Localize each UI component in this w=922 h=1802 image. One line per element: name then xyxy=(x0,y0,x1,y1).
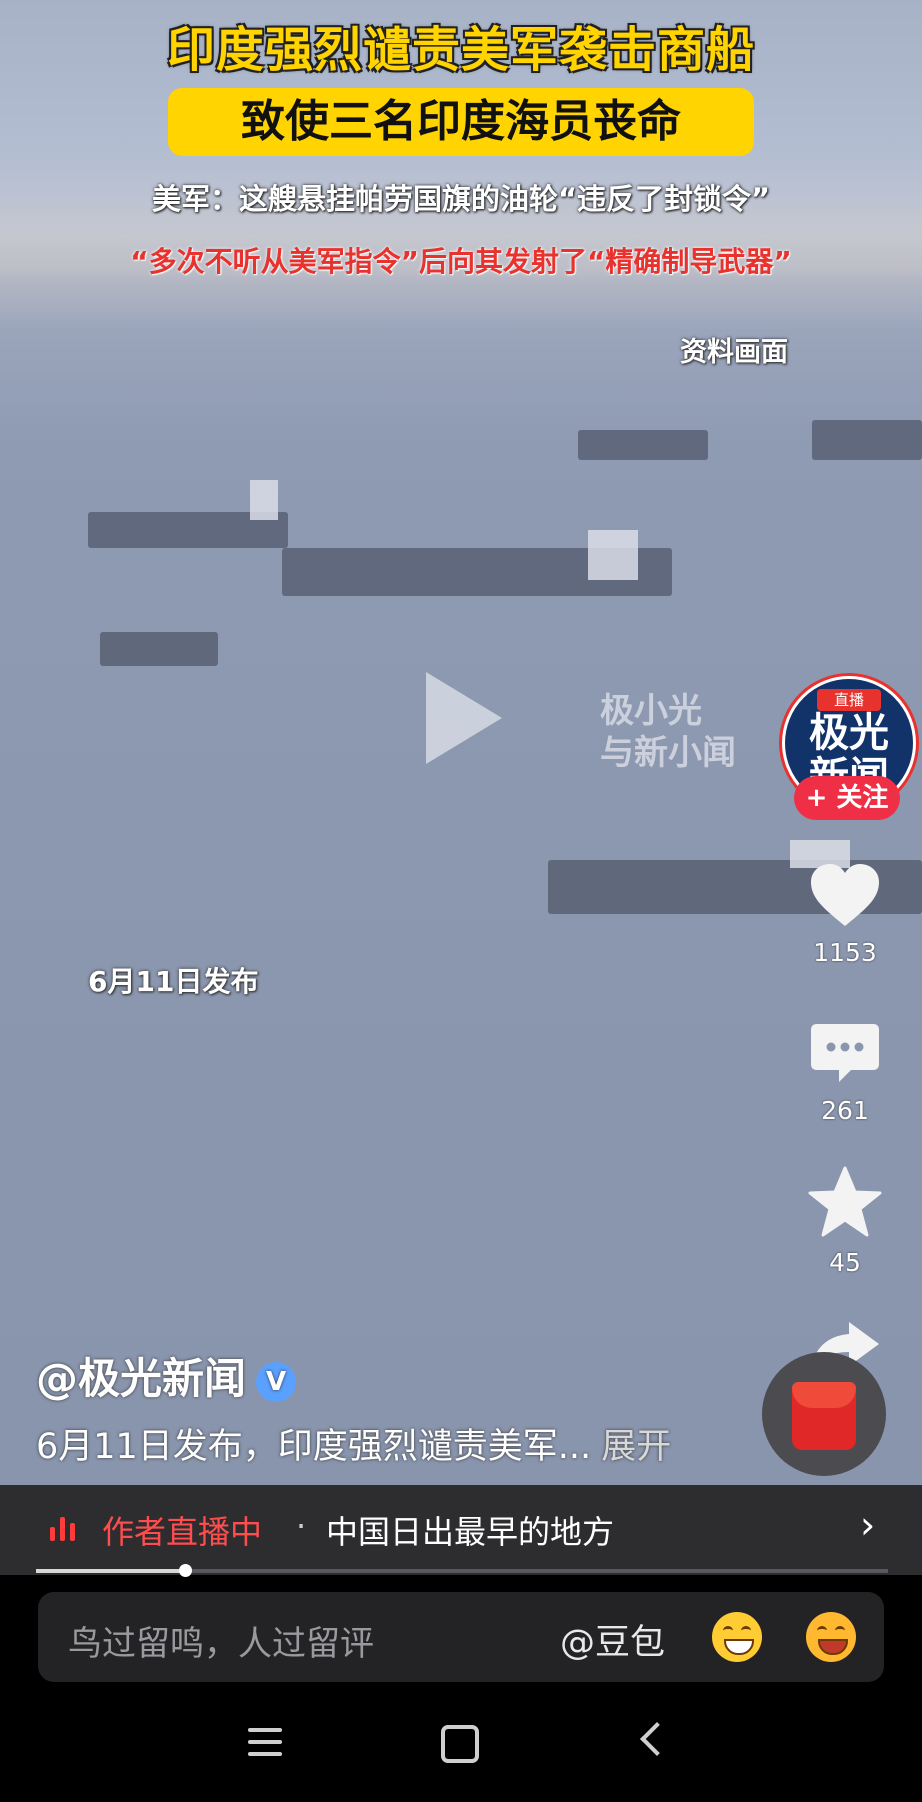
author-name[interactable]: @极光新闻 V xyxy=(36,1345,297,1406)
verified-icon: V xyxy=(256,1361,297,1402)
favorite-button[interactable]: 45 xyxy=(800,1166,890,1277)
ship-cabin xyxy=(250,480,278,520)
live-separator: · xyxy=(296,1507,307,1545)
caption-line-2: “多次不听从美军指令”后向其发射了“精确制导武器” xyxy=(130,245,792,278)
comment-icon xyxy=(811,1024,879,1082)
ship-cabin xyxy=(588,530,638,580)
progress-fill xyxy=(36,1569,186,1573)
menu-icon[interactable] xyxy=(248,1728,282,1764)
heart-icon xyxy=(811,864,879,926)
comment-input[interactable]: 鸟过留鸣，人过留评 @豆包 xyxy=(38,1592,884,1682)
home-icon[interactable] xyxy=(441,1725,479,1763)
ship xyxy=(100,632,218,666)
author-live-bar[interactable]: 作者直播中 · 中国日出最早的地方 › xyxy=(0,1485,922,1575)
favorite-count: 45 xyxy=(829,1248,861,1277)
headline: 印度强烈谴责美军袭击商船 xyxy=(166,22,755,78)
comment-count: 261 xyxy=(821,1096,869,1125)
comment-button[interactable]: 261 xyxy=(800,1020,890,1125)
star-icon xyxy=(808,1166,882,1237)
author-handle[interactable]: @极光新闻 xyxy=(36,1354,246,1403)
post-description: 6月11日发布，印度强烈谴责美军... 展开 xyxy=(36,1418,671,1469)
chevron-right-icon: › xyxy=(860,1503,876,1547)
play-icon[interactable] xyxy=(426,672,502,764)
mention-doubao[interactable]: @豆包 xyxy=(560,1614,665,1665)
laugh-cry-emoji-icon[interactable] xyxy=(806,1612,856,1662)
live-badge: 直播 xyxy=(817,689,881,711)
publish-date-overlay: 6月11日发布 xyxy=(88,965,259,998)
follow-button[interactable]: + 关注 xyxy=(794,776,900,820)
ship xyxy=(578,430,708,460)
watermark-line-1: 极小光 xyxy=(600,691,702,731)
video-progress-bar[interactable] xyxy=(36,1564,888,1577)
live-status: 作者直播中 xyxy=(102,1513,263,1551)
like-button[interactable]: 1153 xyxy=(800,862,890,967)
grin-emoji-icon[interactable] xyxy=(712,1612,762,1662)
progress-knob[interactable] xyxy=(179,1564,193,1577)
watermark: 极小光 与新小闻 xyxy=(600,690,736,774)
expand-link[interactable]: 展开 xyxy=(601,1427,671,1467)
comment-placeholder: 鸟过留鸣，人过留评 xyxy=(68,1624,374,1664)
like-count: 1153 xyxy=(813,938,877,967)
source-label: 资料画面 xyxy=(680,337,788,368)
caption-line-1: 美军：这艘悬挂帕劳国旗的油轮“违反了封锁令” xyxy=(151,182,771,216)
live-wave-icon xyxy=(50,1517,80,1541)
live-location: 中国日出最早的地方 xyxy=(326,1513,615,1551)
subheadline: 致使三名印度海员丧命 xyxy=(168,88,754,156)
red-packet-flap xyxy=(792,1382,856,1408)
description-text: 6月11日发布，印度强烈谴责美军... xyxy=(36,1427,592,1467)
watermark-line-2: 与新小闻 xyxy=(600,733,736,773)
ship xyxy=(812,420,922,460)
red-packet-button[interactable] xyxy=(762,1352,886,1476)
